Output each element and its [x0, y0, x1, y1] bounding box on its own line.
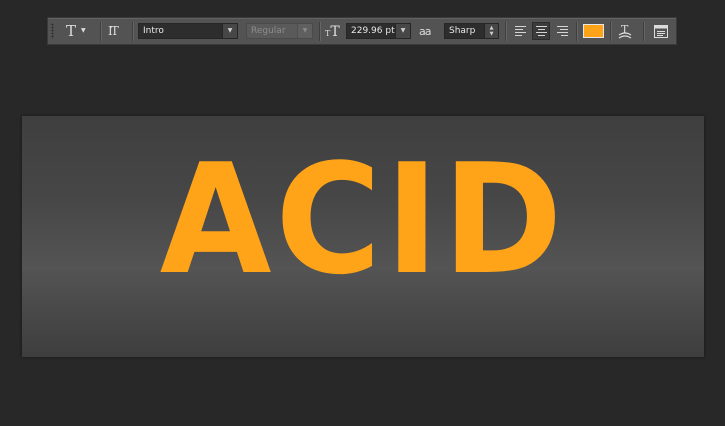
toolbar-divider: [505, 22, 506, 41]
font-size-label: TT: [325, 18, 340, 44]
font-style-select: Regular ▼: [246, 23, 313, 39]
antialias-value: Sharp: [449, 26, 476, 36]
toggle-text-orientation-button[interactable]: IT: [108, 18, 119, 44]
character-paragraph-panel-button[interactable]: [654, 18, 668, 44]
font-size-icon: TT: [325, 24, 340, 40]
font-family-value: Intro: [143, 26, 164, 36]
document-canvas[interactable]: ACID: [22, 116, 704, 357]
font-size-value: 229.96 pt: [351, 26, 395, 36]
font-style-value: Regular: [251, 26, 286, 36]
panel-toggle-icon: [654, 24, 668, 38]
font-size-input[interactable]: 229.96 pt ▼: [346, 23, 411, 39]
align-center-button[interactable]: [532, 22, 550, 40]
align-center-icon: [535, 26, 547, 36]
antialias-select[interactable]: Sharp ▲ ▼: [444, 23, 499, 39]
align-left-button[interactable]: [511, 22, 529, 40]
tool-preset-picker[interactable]: T ▼: [66, 18, 86, 44]
toolbar-divider: [610, 22, 611, 41]
antialias-label: aa: [419, 18, 432, 44]
options-bar: T ▼ IT Intro ▼ Regular ▼ TT 229.96 pt ▼ …: [47, 17, 677, 45]
chevron-down-icon: ▼: [297, 24, 312, 38]
align-right-icon: [556, 26, 568, 36]
toolbar-divider: [132, 22, 133, 41]
warp-text-icon: T: [618, 23, 632, 39]
chevron-down-icon[interactable]: ▼: [222, 24, 237, 38]
text-tool-icon: T: [66, 21, 77, 40]
align-right-button[interactable]: [553, 22, 571, 40]
chevron-down-icon: ▼: [81, 27, 86, 34]
canvas-headline-text[interactable]: ACID: [39, 144, 687, 296]
toolbar-divider: [319, 22, 320, 41]
toolbar-divider: [576, 22, 577, 41]
font-family-select[interactable]: Intro ▼: [138, 23, 238, 39]
align-left-icon: [514, 26, 526, 36]
antialias-icon: aa: [419, 24, 432, 38]
toolbar-divider: [100, 22, 101, 41]
text-orientation-icon: IT: [108, 24, 119, 38]
toolbar-divider: [643, 22, 644, 41]
stepper-arrows-icon[interactable]: ▲ ▼: [484, 24, 498, 38]
toolbar-grip-handle[interactable]: [51, 23, 54, 39]
chevron-down-icon[interactable]: ▼: [395, 24, 410, 38]
warp-text-button[interactable]: T: [617, 18, 633, 44]
text-color-swatch[interactable]: [583, 24, 604, 38]
